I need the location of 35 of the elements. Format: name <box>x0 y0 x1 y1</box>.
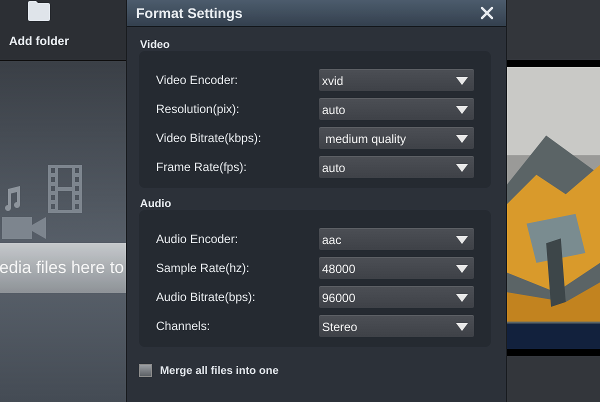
field-label: Audio Bitrate(bps): <box>156 290 256 304</box>
field-label: Audio Encoder: <box>156 232 240 246</box>
dropdown[interactable]: 48000 <box>319 257 474 279</box>
caret-icon <box>456 164 468 172</box>
caret-icon <box>456 294 468 302</box>
dialog-title: Format Settings <box>136 5 243 21</box>
caret-icon <box>456 106 468 114</box>
caret-icon <box>456 134 468 142</box>
caret-icon <box>456 322 468 330</box>
group-heading: Audio <box>140 198 172 210</box>
film-strip-icon <box>46 165 84 213</box>
drop-hint: edia files here to <box>0 243 126 293</box>
field-label: Sample Rate(hz): <box>156 261 250 275</box>
field-label: Frame Rate(fps): <box>156 160 248 174</box>
dropdown[interactable]: xvid <box>319 69 474 91</box>
music-note-icon <box>2 185 22 213</box>
checkbox[interactable] <box>139 364 152 377</box>
field-label: Video Bitrate(kbps): <box>156 131 262 145</box>
dropdown[interactable]: aac <box>319 228 474 250</box>
dropdown[interactable]: auto <box>319 98 474 120</box>
group-heading: Video <box>140 39 171 51</box>
caret-icon <box>456 236 468 244</box>
caret-icon <box>456 264 468 272</box>
caret-icon <box>456 76 468 84</box>
checkbox-label[interactable]: Merge all files into one <box>160 364 279 376</box>
close-icon[interactable] <box>480 6 494 20</box>
dropdown[interactable]: medium quality <box>319 127 474 149</box>
folder-icon <box>27 0 51 22</box>
dropdown[interactable]: 96000 <box>319 286 474 308</box>
dropdown[interactable]: auto <box>319 156 474 178</box>
dropdown[interactable]: Stereo <box>319 315 474 337</box>
video-camera-icon <box>2 215 46 241</box>
field-label: Resolution(pix): <box>156 102 240 116</box>
field-label: Channels: <box>156 319 212 333</box>
field-label: Video Encoder: <box>156 73 239 87</box>
